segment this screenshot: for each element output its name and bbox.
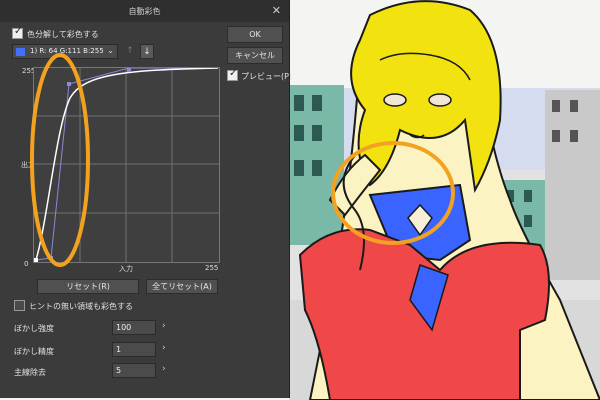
chevron-right-icon[interactable]: › xyxy=(162,321,166,331)
color-no-line-areas-checkbox[interactable] xyxy=(14,300,25,311)
blur-strength-field[interactable]: 100 xyxy=(112,320,156,335)
dialog-titlebar: 自動彩色 ✕ xyxy=(0,0,289,22)
curve-control-point[interactable] xyxy=(67,82,71,86)
x-max-label: 255 xyxy=(205,264,219,272)
move-down-icon[interactable]: ↓ xyxy=(140,44,154,59)
auto-coloring-dialog: 自動彩色 ✕ 色分解して彩色する 1) R: 64 G:111 B:255 ⌄ … xyxy=(0,0,293,398)
blur-precision-field[interactable]: 1 xyxy=(112,342,156,357)
chevron-down-icon: ⌄ xyxy=(107,46,114,55)
param-label: ぼかし強度 xyxy=(14,324,54,333)
tone-curve-graph[interactable] xyxy=(33,67,220,263)
move-up-icon[interactable]: ↑ xyxy=(123,44,137,59)
preview-label: プレビュー(P) xyxy=(241,72,293,81)
color-swatch xyxy=(16,48,25,56)
curve-endpoint[interactable] xyxy=(34,258,38,262)
chevron-right-icon[interactable]: › xyxy=(162,364,166,374)
line-removal-field[interactable]: 5 xyxy=(112,363,156,378)
y-min-label: 0 xyxy=(24,260,29,268)
color-no-line-areas-label: ヒントの無い領域も彩色する xyxy=(29,302,133,311)
param-label: 主線除去 xyxy=(14,368,46,377)
preview-checkbox[interactable] xyxy=(227,68,238,81)
dialog-title: 自動彩色 xyxy=(128,7,161,16)
curve-control-point[interactable] xyxy=(49,256,53,260)
close-icon[interactable]: ✕ xyxy=(272,4,281,17)
param-label: ぼかし精度 xyxy=(14,347,54,356)
reset-all-button[interactable]: 全てリセット(A) xyxy=(146,279,218,294)
color-selector-dropdown[interactable]: 1) R: 64 G:111 B:255 ⌄ xyxy=(12,44,118,59)
reset-button[interactable]: リセット(R) xyxy=(37,279,139,294)
separate-colors-checkbox[interactable] xyxy=(12,26,23,39)
curve-control-point[interactable] xyxy=(127,68,131,72)
x-axis-label: 入力 xyxy=(119,265,133,273)
chevron-right-icon[interactable]: › xyxy=(162,343,166,353)
curve-plot[interactable] xyxy=(34,67,219,262)
color-selector-label: 1) R: 64 G:111 B:255 xyxy=(30,47,104,55)
ok-button[interactable]: OK xyxy=(227,26,283,43)
cancel-button[interactable]: キャンセル xyxy=(227,47,283,64)
separate-colors-label: 色分解して彩色する xyxy=(27,30,99,39)
